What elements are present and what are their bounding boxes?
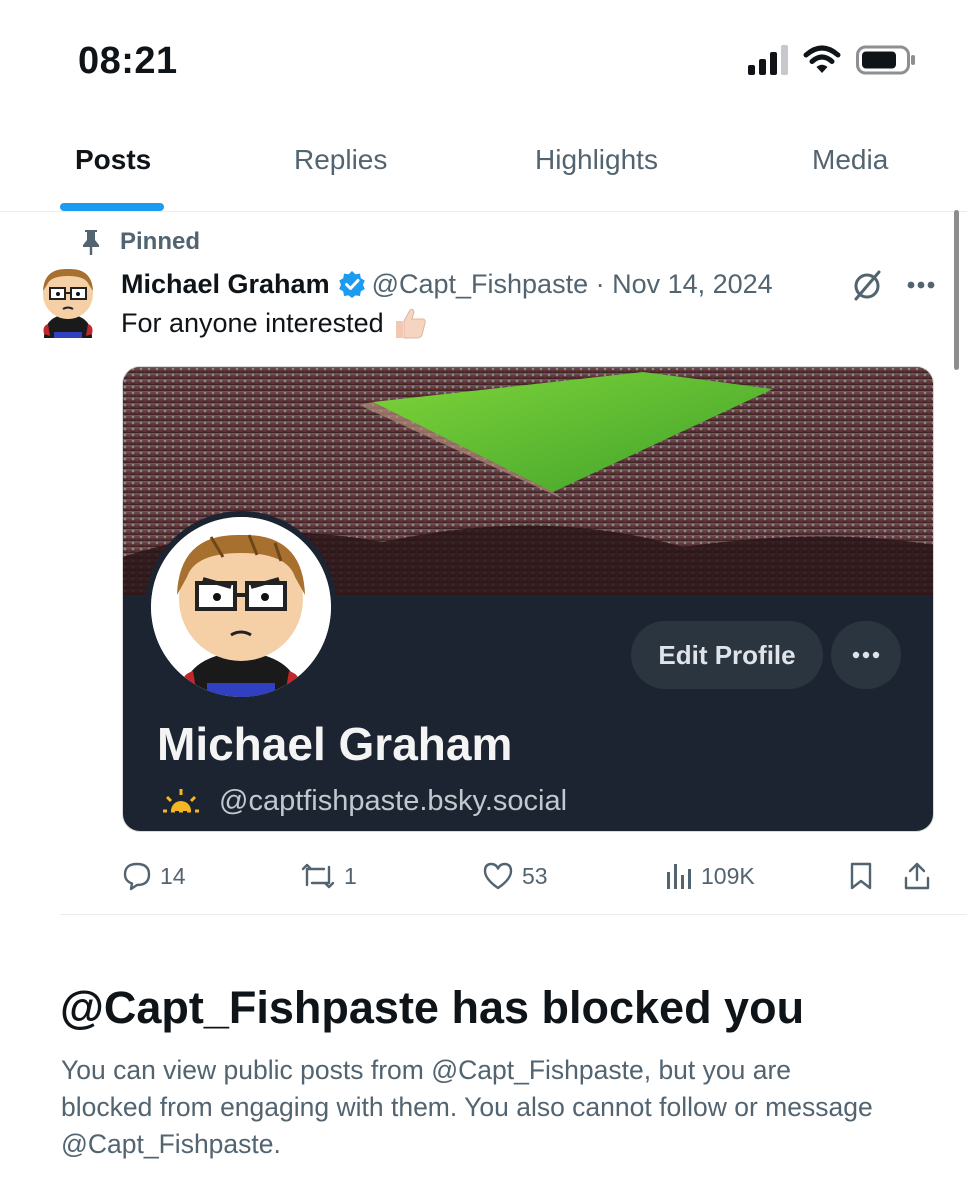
post-text-content: For anyone interested [121,307,384,338]
scrollbar[interactable] [954,210,959,370]
post-handle-date: @Capt_Fishpaste · Nov 14, 2024 [371,268,773,299]
card-more-options-icon [831,621,901,689]
pinned-label: Pinned [120,228,201,255]
verified-badge-icon [338,270,366,298]
tab-posts[interactable]: Posts [75,144,151,176]
thumbs-up-icon [395,308,426,339]
blocked-title: @Capt_Fishpaste has blocked you [60,982,805,1033]
more-options-icon[interactable] [906,280,936,290]
battery-icon [856,45,915,75]
card-handle: @captfishpaste.bsky.social [219,785,568,817]
post-media-image[interactable]: Edit Profile Michael Graham @captfishpas… [122,366,934,832]
active-tab-indicator [60,203,164,211]
avatar[interactable] [36,264,100,338]
bookmark-icon [850,862,872,890]
tab-replies[interactable]: Replies [294,144,387,176]
reply-icon [123,862,151,891]
views-button[interactable]: 109K [665,858,755,894]
views-analytics-icon [667,864,691,889]
bookmark-button[interactable] [848,858,874,894]
share-icon [904,862,930,890]
card-display-name: Michael Graham [157,718,513,770]
post-text: For anyone interested [121,306,428,340]
edit-profile-button: Edit Profile [631,621,823,689]
heart-icon [483,862,513,890]
post-divider [60,914,967,915]
profile-avatar [145,511,337,703]
profile-tabs: Posts Replies Highlights Media [0,130,967,212]
pin-icon [80,226,102,258]
views-count: 109K [701,862,755,889]
like-button[interactable]: 53 [482,858,548,894]
wifi-icon [803,45,841,73]
status-time: 08:21 [78,40,178,82]
cellular-signal-icon [748,45,788,75]
tab-highlights[interactable]: Highlights [535,144,658,176]
card-handle-row: @captfishpaste.bsky.social [159,785,567,818]
sunrise-icon [163,788,199,812]
reply-button[interactable]: 14 [122,858,186,894]
repost-icon [301,863,335,889]
status-icons [748,42,916,78]
post-author-row: Michael Graham @Capt_Fishpaste · Nov 14,… [121,266,773,302]
blocked-description: You can view public posts from @Capt_Fis… [61,1055,873,1159]
repost-count: 1 [344,862,357,889]
reply-count: 14 [160,862,186,889]
tab-media[interactable]: Media [812,144,888,176]
repost-button[interactable]: 1 [300,858,357,894]
share-button[interactable] [902,858,932,894]
author-name[interactable]: Michael Graham [121,269,330,300]
like-count: 53 [522,862,548,889]
grok-icon[interactable] [850,268,884,302]
post-top-actions [850,268,936,302]
